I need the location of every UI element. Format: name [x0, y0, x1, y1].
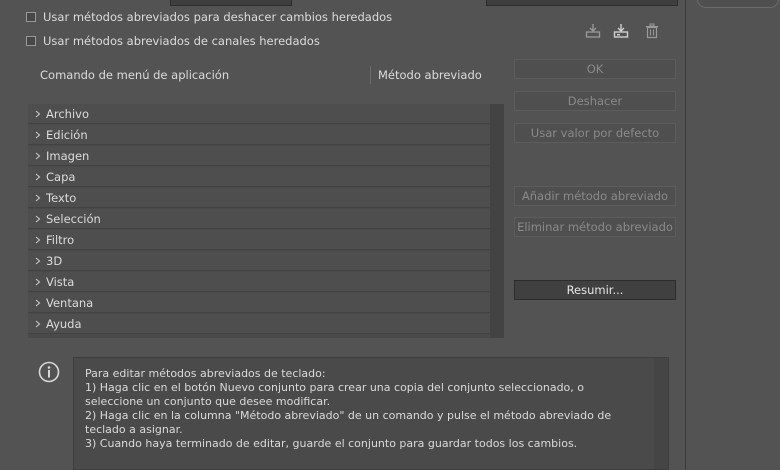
- table-row[interactable]: Vista: [28, 272, 490, 292]
- chevron-right-icon[interactable]: [32, 152, 44, 160]
- chevron-right-icon[interactable]: [32, 110, 44, 118]
- table-row[interactable]: Selección: [28, 209, 490, 229]
- chevron-right-icon[interactable]: [32, 215, 44, 223]
- shortcuts-table-header: Comando de menú de aplicación Método abr…: [28, 62, 504, 88]
- table-row-label: Edición: [46, 127, 88, 142]
- info-text: Para editar métodos abreviados de teclad…: [85, 367, 612, 450]
- legacy-undo-checkbox[interactable]: [26, 12, 36, 22]
- use-default-button[interactable]: Usar valor por defecto: [514, 123, 676, 143]
- table-row-label: 3D: [46, 253, 63, 268]
- chevron-right-icon[interactable]: [32, 299, 44, 307]
- table-row-label: Selección: [46, 211, 101, 226]
- legacy-channels-checkbox-row[interactable]: Usar métodos abreviados de canales hered…: [26, 33, 320, 49]
- info-icon: [38, 361, 60, 383]
- chevron-right-icon[interactable]: [32, 278, 44, 286]
- chevron-right-icon[interactable]: [32, 257, 44, 265]
- chevron-right-icon[interactable]: [32, 173, 44, 181]
- new-set-icon[interactable]: [613, 22, 631, 40]
- table-row[interactable]: Texto: [28, 188, 490, 208]
- table-row-label: Filtro: [46, 232, 75, 247]
- top-right-button[interactable]: [697, 0, 779, 8]
- info-scrollbar[interactable]: [654, 358, 668, 469]
- right-panel-divider: [685, 0, 686, 470]
- table-row-label: Ventana: [46, 295, 94, 310]
- column-separator[interactable]: [370, 66, 371, 84]
- table-row-label: Texto: [46, 190, 77, 205]
- chevron-right-icon[interactable]: [32, 131, 44, 139]
- table-row-label: Archivo: [46, 106, 89, 121]
- info-text-box: Para editar métodos abreviados de teclad…: [73, 357, 669, 470]
- table-row[interactable]: Imagen: [28, 146, 490, 166]
- table-row[interactable]: 3D: [28, 251, 490, 271]
- table-row[interactable]: Ventana: [28, 293, 490, 313]
- column-header-command[interactable]: Comando de menú de aplicación: [40, 68, 229, 82]
- delete-shortcut-button[interactable]: Eliminar método abreviado: [514, 217, 676, 237]
- table-row-label: Vista: [46, 274, 75, 289]
- table-row-label: Capa: [46, 169, 76, 184]
- table-row-label: Imagen: [46, 148, 90, 163]
- add-shortcut-button[interactable]: Añadir método abreviado: [514, 186, 676, 206]
- summarize-button[interactable]: Resumir...: [514, 280, 676, 300]
- save-set-icon[interactable]: [584, 22, 602, 40]
- ok-button[interactable]: OK: [514, 59, 676, 79]
- table-row[interactable]: Ayuda: [28, 314, 490, 334]
- shortcuts-table: Archivo Edición Imagen Capa Texto Selecc…: [28, 104, 504, 338]
- table-row-label: Ayuda: [46, 316, 82, 331]
- legacy-undo-label: Usar métodos abreviados para deshacer ca…: [43, 10, 393, 24]
- undo-button[interactable]: Deshacer: [514, 91, 676, 111]
- legacy-undo-checkbox-row[interactable]: Usar métodos abreviados para deshacer ca…: [26, 9, 392, 25]
- table-row[interactable]: Filtro: [28, 230, 490, 250]
- table-row[interactable]: Archivo: [28, 104, 490, 124]
- chevron-right-icon[interactable]: [32, 236, 44, 244]
- column-header-shortcut[interactable]: Método abreviado: [378, 68, 482, 82]
- chevron-right-icon[interactable]: [32, 194, 44, 202]
- legacy-channels-checkbox[interactable]: [26, 36, 36, 46]
- trash-icon[interactable]: [643, 22, 661, 40]
- shortcuts-for-dropdown[interactable]: [486, 0, 678, 6]
- set-dropdown[interactable]: [170, 0, 292, 6]
- table-scrollbar[interactable]: [490, 104, 504, 338]
- table-row[interactable]: Capa: [28, 167, 490, 187]
- legacy-channels-label: Usar métodos abreviados de canales hered…: [43, 34, 320, 48]
- chevron-right-icon[interactable]: [32, 320, 44, 328]
- table-row[interactable]: Edición: [28, 125, 490, 145]
